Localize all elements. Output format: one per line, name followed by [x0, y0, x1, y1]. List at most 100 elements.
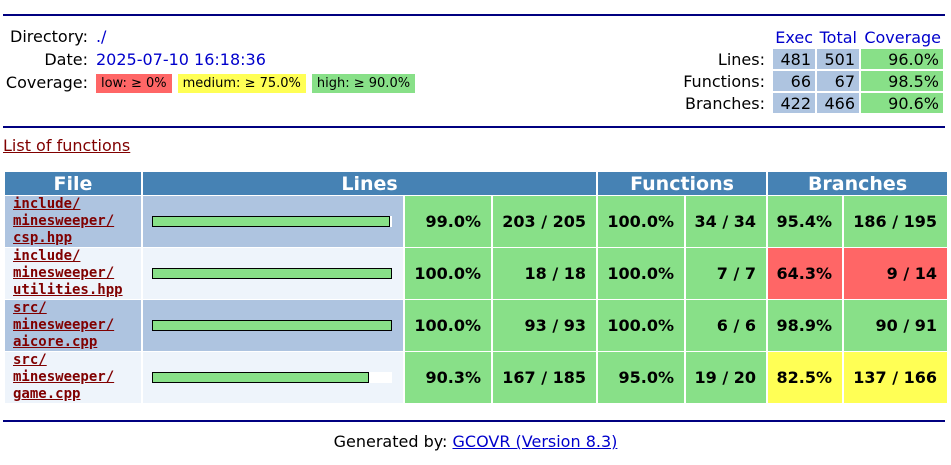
function-percent: 95.0%: [598, 352, 685, 403]
line-ratio: 93 / 93: [493, 300, 597, 351]
function-ratio: 34 / 34: [686, 196, 767, 247]
summary-exec: 422: [773, 93, 815, 113]
table-row: include/minesweeper/utilities.hpp 100.0% 1…: [5, 248, 948, 299]
line-coverage-bar-cell: [143, 300, 403, 351]
summary-row-label: Branches:: [684, 93, 765, 113]
file-path-part: utilities.hpp: [13, 282, 123, 298]
legend-low: low: ≥ 0%: [95, 73, 172, 93]
col-header-branches: Branches: [768, 172, 948, 195]
coverage-label: Coverage:: [5, 73, 88, 92]
coverage-legend: low: ≥ 0% medium: ≥ 75.0% high: ≥ 90.0%: [95, 71, 421, 94]
file-path-part: src/: [13, 300, 47, 316]
branch-ratio: 137 / 166: [844, 352, 948, 403]
report-info: Directory: ./ Date: 2025-07-10 16:18:36 …: [0, 25, 421, 94]
file-cell: src/minesweeper/game.cpp: [5, 352, 141, 403]
line-coverage-bar-fill: [152, 372, 369, 383]
line-coverage-bar-cell: [143, 352, 403, 403]
coverage-table: File Lines Functions Branches include/mi…: [3, 171, 949, 404]
branch-ratio: 90 / 91: [844, 300, 948, 351]
line-percent: 100.0%: [405, 300, 491, 351]
line-percent: 99.0%: [405, 196, 491, 247]
line-coverage-bar-fill: [152, 268, 392, 279]
function-percent: 100.0%: [598, 248, 685, 299]
summary-col-coverage: Coverage: [864, 27, 941, 47]
footer-prefix: Generated by:: [333, 432, 453, 451]
summary-row-lines: Lines: 481 501 96.0%: [679, 49, 943, 69]
summary-exec: 66: [773, 71, 815, 91]
file-path-part: game.cpp: [13, 386, 81, 402]
col-header-functions: Functions: [598, 172, 767, 195]
line-ratio: 203 / 205: [493, 196, 597, 247]
summary-col-exec: Exec: [775, 27, 813, 47]
line-coverage-bar-fill: [152, 320, 392, 331]
summary-coverage: 98.5%: [861, 71, 943, 91]
col-header-file: File: [5, 172, 141, 195]
col-header-lines: Lines: [143, 172, 597, 195]
line-coverage-bar: [152, 320, 392, 331]
file-path-part: csp.hpp: [13, 230, 73, 246]
function-percent: 100.0%: [598, 196, 685, 247]
file-cell: include/minesweeper/csp.hpp: [5, 196, 141, 247]
branch-ratio: 9 / 14: [844, 248, 948, 299]
branch-percent: 82.5%: [768, 352, 843, 403]
table-row: include/minesweeper/csp.hpp 99.0% 203 / 20…: [5, 196, 948, 247]
line-coverage-bar-fill: [152, 216, 390, 227]
file-path-part: src/: [13, 352, 47, 368]
summary-table: Exec Total Coverage Lines: 481 501 96.0%…: [677, 25, 945, 115]
file-link[interactable]: src/minesweeper/game.cpp: [13, 352, 114, 402]
summary-row-branches: Branches: 422 466 90.6%: [679, 93, 943, 113]
file-path-part: minesweeper/: [13, 265, 115, 281]
branch-percent: 95.4%: [768, 196, 843, 247]
list-of-functions-link[interactable]: List of functions: [3, 136, 130, 155]
branch-percent: 64.3%: [768, 248, 843, 299]
line-percent: 100.0%: [405, 248, 491, 299]
summary-corner: [679, 27, 771, 47]
file-path-part: minesweeper/: [13, 369, 115, 385]
file-link[interactable]: include/minesweeper/csp.hpp: [13, 196, 114, 246]
function-percent: 100.0%: [598, 300, 685, 351]
function-ratio: 19 / 20: [686, 352, 767, 403]
summary-col-total: Total: [819, 27, 857, 47]
file-path-part: include/: [13, 248, 81, 264]
line-coverage-bar: [152, 268, 392, 279]
file-cell: include/minesweeper/utilities.hpp: [5, 248, 141, 299]
branch-ratio: 186 / 195: [844, 196, 948, 247]
top-divider: [3, 14, 945, 16]
summary-row-label: Lines:: [717, 49, 765, 69]
header-divider: [3, 126, 945, 128]
legend-high: high: ≥ 90.0%: [311, 73, 416, 93]
summary-coverage: 96.0%: [861, 49, 943, 69]
summary-total: 501: [817, 49, 859, 69]
summary-row-functions: Functions: 66 67 98.5%: [679, 71, 943, 91]
summary-total: 466: [817, 93, 859, 113]
legend-medium: medium: ≥ 75.0%: [177, 73, 306, 93]
footer-divider: [3, 420, 945, 422]
file-path-part: aicore.cpp: [13, 334, 98, 350]
file-path-part: minesweeper/: [13, 213, 115, 229]
file-link[interactable]: include/minesweeper/utilities.hpp: [13, 248, 123, 298]
line-ratio: 18 / 18: [493, 248, 597, 299]
gcovr-link[interactable]: GCOVR (Version 8.3): [453, 432, 618, 451]
file-path-part: include/: [13, 196, 81, 212]
function-ratio: 6 / 6: [686, 300, 767, 351]
line-coverage-bar-cell: [143, 196, 403, 247]
line-ratio: 167 / 185: [493, 352, 597, 403]
directory-label: Directory:: [10, 27, 88, 46]
line-coverage-bar: [152, 372, 392, 383]
file-path-part: minesweeper/: [13, 317, 115, 333]
summary-total: 67: [817, 71, 859, 91]
table-row: src/minesweeper/aicore.cpp 100.0% 93 / 93 1…: [5, 300, 948, 351]
branch-percent: 98.9%: [768, 300, 843, 351]
summary-coverage: 90.6%: [861, 93, 943, 113]
date-label: Date:: [44, 50, 88, 69]
line-coverage-bar-cell: [143, 248, 403, 299]
date-value: 2025-07-10 16:18:36: [95, 50, 266, 69]
line-coverage-bar: [152, 216, 392, 227]
directory-value: ./: [95, 27, 107, 46]
file-cell: src/minesweeper/aicore.cpp: [5, 300, 141, 351]
footer: Generated by: GCOVR (Version 8.3): [0, 432, 951, 451]
function-ratio: 7 / 7: [686, 248, 767, 299]
file-link[interactable]: src/minesweeper/aicore.cpp: [13, 300, 114, 350]
summary-row-label: Functions:: [683, 71, 765, 91]
table-row: src/minesweeper/game.cpp 90.3% 167 / 185 95…: [5, 352, 948, 403]
